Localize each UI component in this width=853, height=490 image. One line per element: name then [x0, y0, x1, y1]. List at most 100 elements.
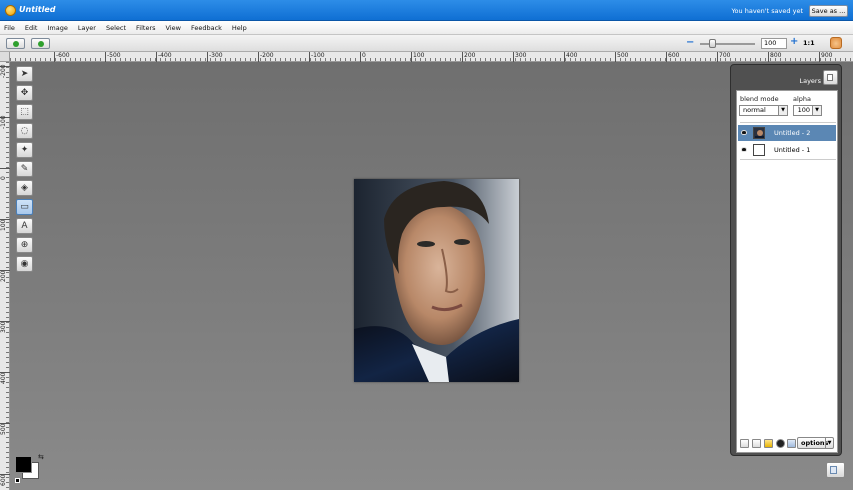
- menu-layer[interactable]: Layer: [78, 24, 96, 32]
- ruler-tick-label: -400: [158, 52, 172, 59]
- ruler-major-tick: [207, 52, 208, 62]
- layers-panel-title: Layers: [799, 77, 821, 85]
- visibility-eye-icon[interactable]: [741, 147, 747, 152]
- transform-tool-button[interactable]: ✥: [16, 85, 33, 101]
- ruler-major-tick: [309, 52, 310, 62]
- canvas-image[interactable]: [354, 179, 519, 382]
- marquee-tool-button[interactable]: ⬚: [16, 104, 33, 120]
- swap-colors-icon[interactable]: ⇆: [38, 453, 44, 461]
- vertical-ruler: -200 -100 0 100 200 300 400 500 600: [0, 62, 10, 490]
- ruler-tick-label: -200: [260, 52, 274, 59]
- eraser-tool-button[interactable]: ▭: [16, 199, 33, 215]
- move-tool-icon: ➤: [20, 69, 29, 79]
- ruler-tick-label: 900: [821, 52, 833, 59]
- eraser-tool-icon: ▭: [20, 202, 29, 212]
- ruler-major-tick: [462, 52, 463, 62]
- save-as-button[interactable]: Save as ...: [809, 5, 848, 17]
- lock-icon[interactable]: [764, 439, 773, 448]
- ruler-tick-label: 100: [0, 219, 7, 231]
- folder-icon[interactable]: [752, 439, 761, 448]
- ruler-tick-label: 600: [668, 52, 680, 59]
- ruler-major-tick: [411, 52, 412, 62]
- mask-icon[interactable]: [776, 439, 785, 448]
- layers-panel-toggle-button[interactable]: [823, 70, 838, 85]
- zoom-slider-thumb[interactable]: [709, 39, 716, 48]
- layers-panel-header: Layers: [731, 65, 841, 89]
- ruler-major-tick: [105, 52, 106, 62]
- pencil-tool-button[interactable]: ✎: [16, 161, 33, 177]
- ruler-tick-label: -300: [209, 52, 223, 59]
- reset-colors-icon[interactable]: [15, 478, 20, 483]
- layer-name: Untitled - 2: [774, 129, 811, 137]
- divider: [740, 122, 836, 123]
- menu-view[interactable]: View: [166, 24, 181, 32]
- menu-image[interactable]: Image: [47, 24, 67, 32]
- layers-footer: options ▼: [737, 436, 837, 450]
- foreground-color-swatch[interactable]: [15, 456, 32, 473]
- ruler-tick-label: 500: [617, 52, 629, 59]
- fill-tool-button[interactable]: ◈: [16, 180, 33, 196]
- ruler-tick-label: -500: [107, 52, 121, 59]
- trash-icon[interactable]: [787, 439, 796, 448]
- toolbar-green-button-1[interactable]: [6, 38, 25, 49]
- layer-row[interactable]: Untitled - 2: [738, 125, 836, 141]
- ruler-tick-label: 300: [515, 52, 527, 59]
- menu-file[interactable]: File: [4, 24, 15, 32]
- document-title: Untitled: [19, 5, 56, 14]
- chevron-down-icon: ▼: [812, 106, 821, 115]
- layers-panel-body: blend mode alpha normal ▼ 100 ▼ Untitled…: [736, 90, 838, 453]
- zoom-in-icon[interactable]: +: [790, 37, 798, 47]
- ruler-tick-label: 400: [566, 52, 578, 59]
- alpha-label: alpha: [793, 95, 812, 103]
- ruler-tick-label: 600: [0, 474, 7, 486]
- top-toolbar: − 100 + 1:1: [0, 35, 853, 52]
- alpha-select[interactable]: 100 ▼: [793, 105, 822, 116]
- move-tool-button[interactable]: ➤: [16, 66, 33, 82]
- ruler-major-tick: [0, 168, 10, 169]
- text-tool-button[interactable]: A: [16, 218, 33, 234]
- ruler-tick-label: -100: [0, 115, 7, 129]
- ruler-major-tick: [717, 52, 718, 62]
- clone-tool-icon: ⊕: [20, 240, 29, 250]
- ruler-tick-label: 300: [0, 321, 7, 333]
- magic-wand-tool-button[interactable]: ✦: [16, 142, 33, 158]
- layer-row[interactable]: Untitled - 1: [738, 142, 836, 158]
- visibility-eye-icon[interactable]: [741, 130, 747, 135]
- menu-help[interactable]: Help: [232, 24, 247, 32]
- blend-mode-value: normal: [743, 106, 766, 114]
- unsaved-status: You haven't saved yet: [731, 7, 803, 15]
- color-picker-tool-icon: ◉: [20, 259, 29, 269]
- menu-feedback[interactable]: Feedback: [191, 24, 222, 32]
- new-layer-icon[interactable]: [740, 439, 749, 448]
- ruler-tick-label: -600: [56, 52, 70, 59]
- ruler-major-tick: [615, 52, 616, 62]
- menu-select[interactable]: Select: [106, 24, 126, 32]
- portrait-thumbnail-icon: [754, 128, 764, 138]
- zoom-out-icon[interactable]: −: [686, 38, 694, 48]
- panel-toggle-button[interactable]: [826, 462, 845, 478]
- zoom-input[interactable]: 100: [761, 38, 787, 49]
- divider: [740, 159, 836, 160]
- portrait-photo: [354, 179, 519, 382]
- lasso-tool-icon: ◌: [20, 126, 29, 136]
- tools-panel: ➤ ✥ ⬚ ◌ ✦ ✎ ◈ ▭ A ⊕ ◉: [15, 66, 35, 276]
- menu-edit[interactable]: Edit: [25, 24, 38, 32]
- toolbar-green-button-2[interactable]: [31, 38, 50, 49]
- blend-mode-select[interactable]: normal ▼: [739, 105, 788, 116]
- chevron-down-icon: ▼: [778, 106, 787, 115]
- lasso-tool-button[interactable]: ◌: [16, 123, 33, 139]
- ruler-tick-label: 400: [0, 372, 7, 384]
- options-button[interactable]: options ▼: [797, 437, 834, 449]
- color-picker-tool-button[interactable]: ◉: [16, 256, 33, 272]
- alpha-value: 100: [797, 106, 810, 114]
- ruler-major-tick: [564, 52, 565, 62]
- ruler-tick-label: 200: [0, 270, 7, 282]
- layer-thumbnail: [753, 144, 765, 156]
- menu-filters[interactable]: Filters: [136, 24, 155, 32]
- clone-tool-button[interactable]: ⊕: [16, 237, 33, 253]
- hand-tool-icon[interactable]: [830, 37, 842, 49]
- ruler-tick-label: 500: [0, 423, 7, 435]
- ruler-major-tick: [360, 52, 361, 62]
- actual-size-button[interactable]: 1:1: [803, 39, 815, 47]
- layer-thumbnail: [753, 127, 765, 139]
